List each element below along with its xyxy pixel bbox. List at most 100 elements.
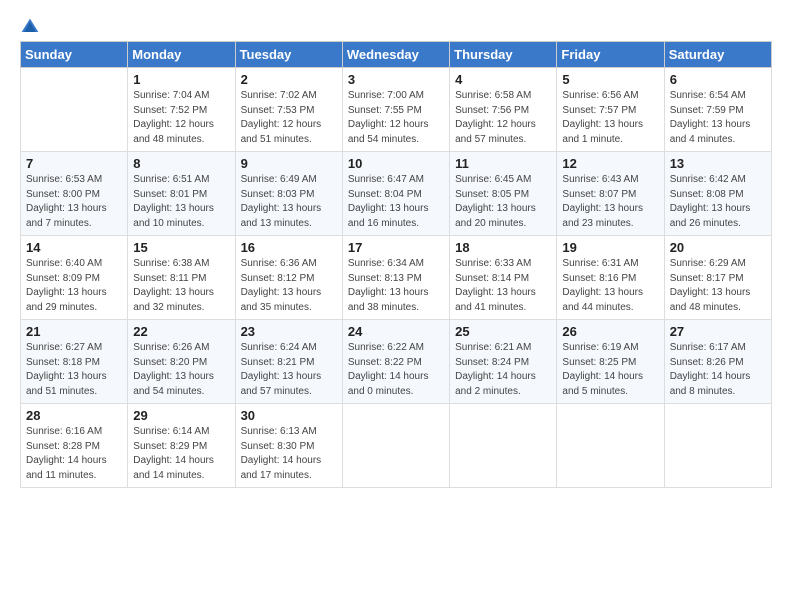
calendar-cell: 6Sunrise: 6:54 AM Sunset: 7:59 PM Daylig…: [664, 68, 771, 152]
calendar-cell: 26Sunrise: 6:19 AM Sunset: 8:25 PM Dayli…: [557, 320, 664, 404]
day-number: 22: [133, 324, 229, 339]
calendar-cell: 28 Sunrise: 6:16 AM Sunset: 8:28 PM Dayli…: [21, 404, 128, 488]
day-info: Sunrise: 6:40 AM Sunset: 8:09 PM Dayligh…: [26, 257, 122, 315]
calendar-header-wednesday: Wednesday: [342, 42, 449, 68]
day-info: Sunrise: 6:22 AM Sunset: 8:22 PM Dayligh…: [348, 341, 444, 399]
calendar-week-4: 28 Sunrise: 6:16 AM Sunset: 8:28 PM Dayli…: [21, 404, 772, 488]
day-number: 24: [348, 324, 444, 339]
day-info: Sunrise: 6:31 AM Sunset: 8:16 PM Dayligh…: [562, 257, 658, 315]
calendar-header-row: SundayMondayTuesdayWednesdayThursdayFrid…: [21, 42, 772, 68]
calendar-header-tuesday: Tuesday: [235, 42, 342, 68]
logo: [20, 16, 42, 37]
calendar-header-saturday: Saturday: [664, 42, 771, 68]
day-number: 7: [26, 156, 122, 171]
day-number: 10: [348, 156, 444, 171]
day-number: 28: [26, 408, 122, 423]
header: [20, 16, 772, 37]
day-info: Sunrise: 6:24 AM Sunset: 8:21 PM Dayligh…: [241, 341, 337, 399]
day-info: Sunrise: 6:27 AM Sunset: 8:18 PM Dayligh…: [26, 341, 122, 399]
day-info: Sunrise: 6:36 AM Sunset: 8:12 PM Dayligh…: [241, 257, 337, 315]
day-info: Sunrise: 6:45 AM Sunset: 8:05 PM Dayligh…: [455, 173, 551, 231]
calendar-cell: 9 Sunrise: 6:49 AM Sunset: 8:03 PM Daylig…: [235, 152, 342, 236]
calendar-cell: 4Sunrise: 6:58 AM Sunset: 7:56 PM Daylig…: [450, 68, 557, 152]
day-info: Sunrise: 6:29 AM Sunset: 8:17 PM Dayligh…: [670, 257, 766, 315]
calendar-cell: 12Sunrise: 6:43 AM Sunset: 8:07 PM Dayli…: [557, 152, 664, 236]
day-number: 14: [26, 240, 122, 255]
calendar-cell: 29 Sunrise: 6:14 AM Sunset: 8:29 PM Dayli…: [128, 404, 235, 488]
calendar-cell: [450, 404, 557, 488]
calendar-header-friday: Friday: [557, 42, 664, 68]
calendar-week-2: 14 Sunrise: 6:40 AM Sunset: 8:09 PM Dayli…: [21, 236, 772, 320]
calendar-cell: [21, 68, 128, 152]
calendar-cell: 15 Sunrise: 6:38 AM Sunset: 8:11 PM Dayli…: [128, 236, 235, 320]
calendar-cell: [664, 404, 771, 488]
day-info: Sunrise: 6:53 AM Sunset: 8:00 PM Dayligh…: [26, 173, 122, 231]
day-number: 20: [670, 240, 766, 255]
day-number: 23: [241, 324, 337, 339]
day-number: 8: [133, 156, 229, 171]
calendar-cell: 30 Sunrise: 6:13 AM Sunset: 8:30 PM Dayli…: [235, 404, 342, 488]
day-info: Sunrise: 6:43 AM Sunset: 8:07 PM Dayligh…: [562, 173, 658, 231]
day-info: Sunrise: 7:00 AM Sunset: 7:55 PM Dayligh…: [348, 89, 444, 147]
day-info: Sunrise: 6:47 AM Sunset: 8:04 PM Dayligh…: [348, 173, 444, 231]
day-info: Sunrise: 6:13 AM Sunset: 8:30 PM Dayligh…: [241, 425, 337, 483]
calendar-cell: 5Sunrise: 6:56 AM Sunset: 7:57 PM Daylig…: [557, 68, 664, 152]
calendar-header-sunday: Sunday: [21, 42, 128, 68]
day-info: Sunrise: 6:51 AM Sunset: 8:01 PM Dayligh…: [133, 173, 229, 231]
day-number: 13: [670, 156, 766, 171]
calendar-cell: 1Sunrise: 7:04 AM Sunset: 7:52 PM Daylig…: [128, 68, 235, 152]
calendar-cell: 18 Sunrise: 6:33 AM Sunset: 8:14 PM Dayli…: [450, 236, 557, 320]
page-container: SundayMondayTuesdayWednesdayThursdayFrid…: [0, 0, 792, 498]
calendar-cell: 3Sunrise: 7:00 AM Sunset: 7:55 PM Daylig…: [342, 68, 449, 152]
calendar-cell: 7 Sunrise: 6:53 AM Sunset: 8:00 PM Daylig…: [21, 152, 128, 236]
day-info: Sunrise: 6:21 AM Sunset: 8:24 PM Dayligh…: [455, 341, 551, 399]
day-number: 25: [455, 324, 551, 339]
day-info: Sunrise: 6:17 AM Sunset: 8:26 PM Dayligh…: [670, 341, 766, 399]
day-info: Sunrise: 6:33 AM Sunset: 8:14 PM Dayligh…: [455, 257, 551, 315]
calendar-week-1: 7 Sunrise: 6:53 AM Sunset: 8:00 PM Daylig…: [21, 152, 772, 236]
calendar-cell: 23 Sunrise: 6:24 AM Sunset: 8:21 PM Dayli…: [235, 320, 342, 404]
calendar-header-thursday: Thursday: [450, 42, 557, 68]
day-number: 11: [455, 156, 551, 171]
calendar-week-0: 1Sunrise: 7:04 AM Sunset: 7:52 PM Daylig…: [21, 68, 772, 152]
day-info: Sunrise: 6:38 AM Sunset: 8:11 PM Dayligh…: [133, 257, 229, 315]
day-info: Sunrise: 6:26 AM Sunset: 8:20 PM Dayligh…: [133, 341, 229, 399]
calendar-cell: 20 Sunrise: 6:29 AM Sunset: 8:17 PM Dayli…: [664, 236, 771, 320]
calendar-cell: [342, 404, 449, 488]
calendar-cell: 22 Sunrise: 6:26 AM Sunset: 8:20 PM Dayli…: [128, 320, 235, 404]
logo-icon: [20, 17, 40, 37]
calendar-header-monday: Monday: [128, 42, 235, 68]
day-info: Sunrise: 6:58 AM Sunset: 7:56 PM Dayligh…: [455, 89, 551, 147]
day-number: 16: [241, 240, 337, 255]
calendar-cell: 16 Sunrise: 6:36 AM Sunset: 8:12 PM Dayli…: [235, 236, 342, 320]
day-info: Sunrise: 7:02 AM Sunset: 7:53 PM Dayligh…: [241, 89, 337, 147]
day-number: 19: [562, 240, 658, 255]
calendar-cell: 14 Sunrise: 6:40 AM Sunset: 8:09 PM Dayli…: [21, 236, 128, 320]
calendar-week-3: 21 Sunrise: 6:27 AM Sunset: 8:18 PM Dayli…: [21, 320, 772, 404]
calendar-table: SundayMondayTuesdayWednesdayThursdayFrid…: [20, 41, 772, 488]
calendar-cell: 25 Sunrise: 6:21 AM Sunset: 8:24 PM Dayli…: [450, 320, 557, 404]
day-number: 9: [241, 156, 337, 171]
day-number: 6: [670, 72, 766, 87]
calendar-cell: [557, 404, 664, 488]
day-number: 30: [241, 408, 337, 423]
day-info: Sunrise: 6:49 AM Sunset: 8:03 PM Dayligh…: [241, 173, 337, 231]
day-info: Sunrise: 6:14 AM Sunset: 8:29 PM Dayligh…: [133, 425, 229, 483]
day-info: Sunrise: 6:34 AM Sunset: 8:13 PM Dayligh…: [348, 257, 444, 315]
day-info: Sunrise: 6:42 AM Sunset: 8:08 PM Dayligh…: [670, 173, 766, 231]
calendar-cell: 19 Sunrise: 6:31 AM Sunset: 8:16 PM Dayli…: [557, 236, 664, 320]
calendar-cell: 11 Sunrise: 6:45 AM Sunset: 8:05 PM Dayli…: [450, 152, 557, 236]
day-number: 21: [26, 324, 122, 339]
calendar-cell: 10 Sunrise: 6:47 AM Sunset: 8:04 PM Dayli…: [342, 152, 449, 236]
calendar-cell: 2Sunrise: 7:02 AM Sunset: 7:53 PM Daylig…: [235, 68, 342, 152]
calendar-cell: 27 Sunrise: 6:17 AM Sunset: 8:26 PM Dayli…: [664, 320, 771, 404]
calendar-cell: 17Sunrise: 6:34 AM Sunset: 8:13 PM Dayli…: [342, 236, 449, 320]
calendar-cell: 8 Sunrise: 6:51 AM Sunset: 8:01 PM Daylig…: [128, 152, 235, 236]
day-number: 29: [133, 408, 229, 423]
day-info: Sunrise: 6:16 AM Sunset: 8:28 PM Dayligh…: [26, 425, 122, 483]
day-number: 18: [455, 240, 551, 255]
calendar-cell: 24 Sunrise: 6:22 AM Sunset: 8:22 PM Dayli…: [342, 320, 449, 404]
day-number: 15: [133, 240, 229, 255]
day-number: 26: [562, 324, 658, 339]
day-number: 27: [670, 324, 766, 339]
